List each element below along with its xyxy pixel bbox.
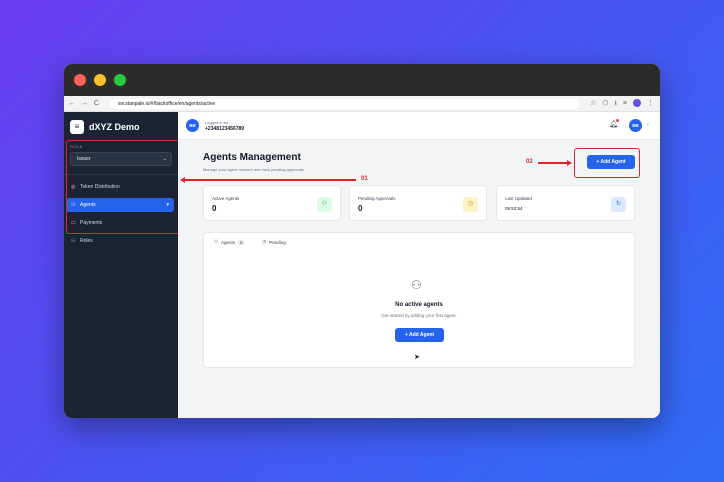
brand-logo-icon: ≡: [70, 120, 84, 134]
mouse-cursor-icon: ➤: [414, 354, 420, 361]
stat-value: 0: [358, 204, 363, 213]
clock-icon: ◷: [463, 197, 478, 212]
stat-label: Active Agents: [212, 196, 240, 201]
refresh-icon[interactable]: ↻: [611, 197, 626, 212]
download-icon[interactable]: ⭳: [614, 99, 616, 108]
browser-toolbar: ← → C sw.stanpale.io/#/backoffice/en/age…: [64, 96, 660, 112]
browser-profile-avatar[interactable]: [633, 99, 641, 107]
annotation-number-01: 01: [361, 176, 368, 182]
sidebar: ≡ dXYZ Demo ROLE Issuer ⌄ ◎ Token Distri…: [64, 112, 180, 418]
minimize-window-button[interactable]: [94, 74, 106, 86]
brand-name: dXYZ Demo: [89, 122, 140, 132]
empty-state-title: No active agents: [395, 302, 443, 308]
empty-state-subtitle: Get started by adding your first agent.: [381, 313, 457, 318]
annotation-arrowhead-02: [567, 160, 572, 166]
tab-agents[interactable]: ⚇ Agents 0: [214, 239, 245, 245]
address-bar[interactable]: sw.stanpale.io/#/backoffice/en/agents/ac…: [110, 99, 580, 109]
count-badge: 0: [238, 239, 245, 245]
user-avatar[interactable]: BB: [186, 119, 199, 132]
browser-window: ← → C sw.stanpale.io/#/backoffice/en/age…: [64, 64, 660, 418]
stat-label: Pending Approvals: [358, 196, 396, 201]
sidebar-item-label: Token Distribution: [80, 184, 120, 190]
brand[interactable]: ≡ dXYZ Demo: [70, 120, 140, 134]
role-select-value: Issuer: [77, 156, 91, 162]
chevron-down-icon[interactable]: ⌄: [646, 121, 650, 127]
annotation-arrowhead-01: [180, 177, 185, 183]
annotation-arrow-01: [184, 179, 356, 181]
sidebar-item-token-distribution[interactable]: ◎ Token Distribution: [66, 180, 174, 194]
add-agent-button[interactable]: + Add Agent: [395, 328, 444, 342]
login-label: Logged in as: [205, 120, 228, 125]
sidebar-item-roles[interactable]: ⚇ Roles: [66, 234, 174, 248]
role-label: ROLE: [70, 144, 83, 149]
page-subtitle: Manage your agent network and track pend…: [203, 167, 304, 172]
more-menu-icon[interactable]: ⋮: [647, 99, 654, 108]
sidebar-item-label: Agents: [80, 202, 96, 208]
tab-list-icon[interactable]: ≡: [623, 99, 627, 108]
annotation-arrow-02: [538, 162, 568, 164]
users-icon: ⚇: [411, 278, 422, 292]
tab-pending[interactable]: ◷ Pending: [262, 239, 285, 245]
notification-dot: [616, 119, 619, 122]
main-content: BB Logged in as +2348123456789 🔔︎ BB ⌄ A…: [178, 112, 660, 418]
annotation-number-02: 02: [526, 159, 533, 165]
back-icon[interactable]: ←: [68, 99, 75, 108]
page-title: Agents Management: [203, 152, 301, 163]
window-titlebar: [64, 64, 660, 96]
stat-card-last-updated: Last Updated 09:53:54 ↻: [496, 185, 635, 221]
sidebar-item-payments[interactable]: ▭ Payments: [66, 216, 174, 230]
add-agent-button[interactable]: + Add Agent: [587, 155, 635, 169]
tab-label: Agents: [221, 239, 236, 245]
extensions-icon[interactable]: ⬡: [602, 99, 608, 108]
agent-tabs: ⚇ Agents 0 ◷ Pending: [214, 239, 286, 245]
sidebar-item-agents[interactable]: ⚇ Agents ▾: [66, 198, 174, 212]
maximize-window-button[interactable]: [114, 74, 126, 86]
users-icon: ⚇: [71, 202, 76, 208]
top-bar: BB Logged in as +2348123456789 🔔︎ BB ⌄: [178, 112, 660, 140]
bookmark-star-icon[interactable]: ☆: [590, 99, 596, 108]
sidebar-item-label: Roles: [80, 238, 93, 244]
close-window-button[interactable]: [74, 74, 86, 86]
card-icon: ▭: [71, 220, 76, 226]
app-shell: ≡ dXYZ Demo ROLE Issuer ⌄ ◎ Token Distri…: [64, 112, 660, 418]
chevron-down-icon: ⌄: [162, 156, 167, 162]
reload-icon[interactable]: C: [94, 99, 99, 108]
tab-label: Pending: [269, 239, 286, 245]
sidebar-divider: [64, 174, 178, 175]
role-select[interactable]: Issuer ⌄: [70, 152, 172, 166]
profile-avatar[interactable]: BB: [629, 119, 642, 132]
target-icon: ◎: [71, 184, 76, 190]
clock-icon: ◷: [262, 239, 267, 244]
stat-value: 0: [212, 204, 217, 213]
stat-label: Last Updated: [505, 196, 532, 201]
agents-panel: ⚇ Agents 0 ◷ Pending ⚇ No active agents …: [203, 232, 635, 368]
stat-value: 09:53:54: [505, 206, 523, 211]
users-icon: ⚇: [214, 239, 219, 244]
caret-down-icon: ▾: [166, 202, 169, 208]
users-icon: ⚇: [317, 197, 332, 212]
forward-icon[interactable]: →: [81, 99, 88, 108]
users-icon: ⚇: [71, 238, 76, 244]
login-phone: +2348123456789: [205, 126, 245, 132]
stat-card-active-agents: Active Agents 0 ⚇: [203, 185, 341, 221]
stat-card-pending-approvals: Pending Approvals 0 ◷: [349, 185, 487, 221]
sidebar-item-label: Payments: [80, 220, 103, 226]
